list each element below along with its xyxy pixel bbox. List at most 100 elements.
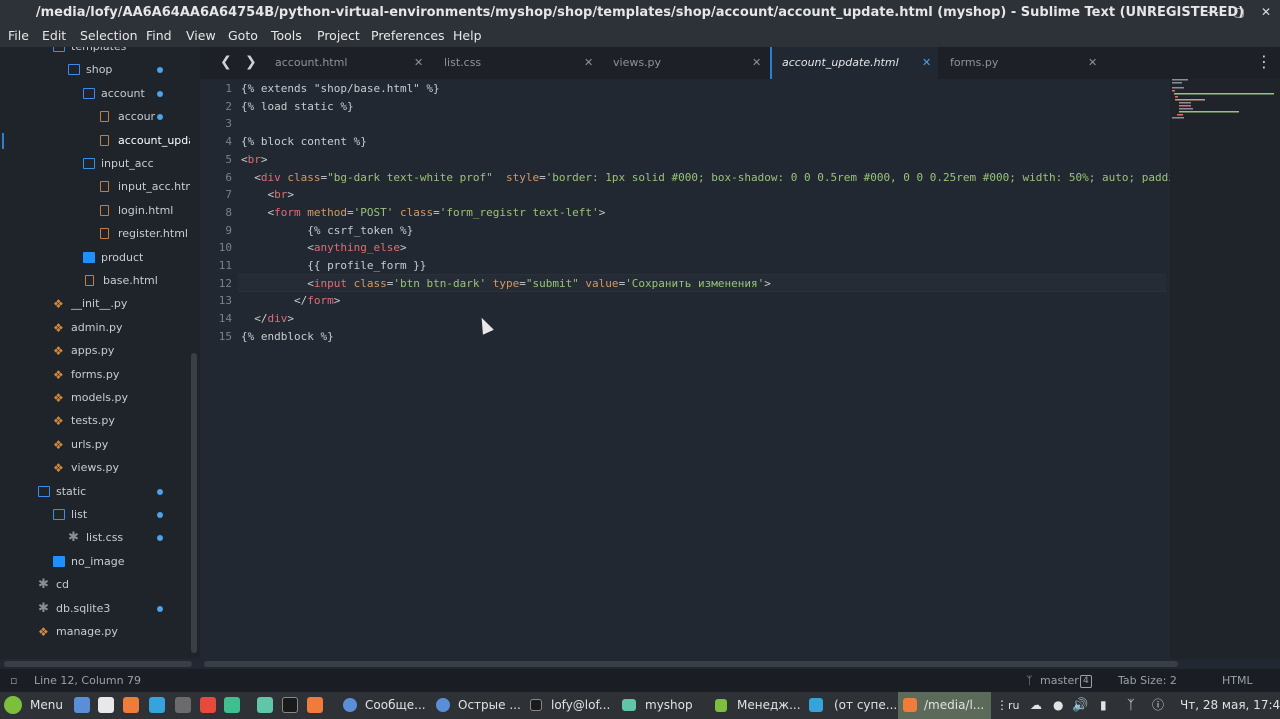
menu-file[interactable]: File — [8, 25, 29, 47]
sidebar-item-list-css[interactable]: ✱ list.css — [0, 528, 200, 548]
code-line[interactable]: <form method='POST' class='form_registr … — [241, 204, 605, 222]
menu-edit[interactable]: Edit — [42, 25, 66, 47]
code-line[interactable]: {% csrf_token %} — [241, 222, 413, 240]
sidebar-item-no-image[interactable]: no_image — [0, 552, 200, 572]
cursor-position[interactable]: Line 12, Column 79 — [34, 669, 141, 692]
sidebar-item--init-py[interactable]: ❖ __init__.py — [0, 294, 200, 314]
more-options-icon[interactable]: ⋮ — [1256, 47, 1272, 77]
minimap[interactable] — [1170, 79, 1280, 659]
show-desktop-icon[interactable] — [74, 697, 90, 713]
tab-account-update-html[interactable]: account_update.html ✕ — [770, 47, 938, 79]
sidebar-item-product[interactable]: product — [0, 248, 200, 268]
code-line[interactable]: {{ profile_form }} — [241, 257, 426, 275]
bluetooth-icon[interactable]: ᛉ — [1127, 692, 1135, 719]
sidebar-item-list[interactable]: list — [0, 505, 200, 525]
sidebar-item-templates[interactable]: templates — [0, 47, 200, 57]
taskbar-window-2[interactable]: Острые ... — [458, 692, 521, 719]
code-line[interactable]: <br> — [241, 151, 268, 169]
sidebar-item-base-html[interactable]: base.html — [0, 271, 200, 291]
sidebar-item-input-acc[interactable]: input_acc — [0, 154, 200, 174]
taskbar-window-3[interactable]: lofy@lof... — [551, 692, 610, 719]
code-line[interactable]: {% endblock %} — [241, 328, 334, 346]
sidebar-item-register-html[interactable]: register.html — [0, 224, 200, 244]
editor-horizontal-scrollbar[interactable] — [204, 661, 1178, 667]
code-line[interactable]: {% extends "shop/base.html" %} — [241, 80, 440, 98]
keyboard-layout[interactable]: ru — [1008, 692, 1020, 719]
menu-goto[interactable]: Goto — [228, 25, 258, 47]
tab-account-html[interactable]: account.html ✕ — [262, 47, 432, 79]
sidebar-item-account[interactable]: account — [0, 84, 200, 104]
code-editor[interactable]: 1 {% extends "shop/base.html" %} 2 {% load … — [200, 79, 1181, 659]
close-button[interactable]: ✕ — [1253, 0, 1279, 25]
app-launcher-icon[interactable] — [200, 697, 216, 713]
sidebar-horizontal-scrollbar[interactable] — [4, 661, 192, 667]
sidebar-scrollbar[interactable] — [191, 353, 197, 653]
sublime-launcher-icon[interactable] — [175, 697, 191, 713]
sidebar-item-static[interactable]: static — [0, 482, 200, 502]
telegram-icon[interactable] — [149, 697, 165, 713]
sidebar-item-urls-py[interactable]: ❖ urls.py — [0, 435, 200, 455]
code-line[interactable]: {% load static %} — [241, 98, 354, 116]
menu-project[interactable]: Project — [317, 25, 360, 47]
code-line[interactable]: <input class='btn btn-dark' type="submit… — [241, 275, 771, 293]
tab-size[interactable]: Tab Size: 2 — [1118, 669, 1177, 692]
sidebar-item-forms-py[interactable]: ❖ forms.py — [0, 365, 200, 385]
mint-menu-icon[interactable] — [4, 696, 22, 714]
tab-next-icon[interactable]: ❯ — [245, 47, 257, 77]
files-icon[interactable] — [98, 697, 114, 713]
tab-list-css[interactable]: list.css ✕ — [432, 47, 600, 79]
tab-prev-icon[interactable]: ❮ — [220, 47, 232, 77]
sidebar-item-cd[interactable]: ✱ cd — [0, 575, 200, 595]
sidebar-item-manage-py[interactable]: ❖ manage.py — [0, 622, 200, 642]
battery-icon[interactable]: ▮ — [1100, 692, 1107, 719]
sidebar-item-views-py[interactable]: ❖ views.py — [0, 458, 200, 478]
volume-icon[interactable]: 🔊 — [1072, 692, 1088, 719]
sidebar-item-account-upda[interactable]: account_upda — [0, 131, 200, 151]
sidebar-item-admin-py[interactable]: ❖ admin.py — [0, 318, 200, 338]
menu-selection[interactable]: Selection — [80, 25, 138, 47]
minimize-button[interactable]: — — [1200, 0, 1226, 25]
tab-views-py[interactable]: views.py ✕ — [600, 47, 770, 79]
tab-forms-py[interactable]: forms.py ✕ — [938, 47, 1108, 79]
firefox-icon[interactable] — [307, 697, 323, 713]
tab-close-icon[interactable]: ✕ — [414, 47, 423, 79]
menu-button[interactable]: Menu — [30, 692, 63, 719]
taskbar-window-1[interactable]: Сообще... — [365, 692, 426, 719]
menu-view[interactable]: View — [186, 25, 216, 47]
code-line[interactable]: {% block content %} — [241, 133, 367, 151]
tab-close-icon[interactable]: ✕ — [584, 47, 593, 79]
app-launcher-icon[interactable] — [224, 697, 240, 713]
tab-close-icon[interactable]: ✕ — [922, 47, 931, 79]
status-indicator-icon[interactable]: ▫ — [10, 669, 17, 692]
tab-close-icon[interactable]: ✕ — [752, 47, 761, 79]
code-line[interactable]: <div class="bg-dark text-white prof" sty… — [241, 169, 1181, 187]
taskbar-window-7[interactable]: /media/l... — [924, 692, 984, 719]
sidebar-item-input-acc-htm[interactable]: input_acc.htm — [0, 177, 200, 197]
sidebar-item-apps-py[interactable]: ❖ apps.py — [0, 341, 200, 361]
taskbar-window-6[interactable]: (от супе... — [834, 692, 897, 719]
code-line[interactable]: <br> — [241, 186, 294, 204]
menu-help[interactable]: Help — [453, 25, 482, 47]
folder-launcher-icon[interactable] — [257, 697, 273, 713]
menu-preferences[interactable]: Preferences — [371, 25, 445, 47]
menu-tools[interactable]: Tools — [271, 25, 302, 47]
terminal-icon[interactable] — [282, 697, 298, 713]
sidebar-item-models-py[interactable]: ❖ models.py — [0, 388, 200, 408]
maximize-button[interactable]: ▢ — [1226, 0, 1252, 25]
menu-find[interactable]: Find — [146, 25, 172, 47]
taskbar-window-4[interactable]: myshop — [645, 692, 693, 719]
syntax-mode[interactable]: HTML — [1222, 669, 1253, 692]
sidebar-item-shop[interactable]: shop — [0, 60, 200, 80]
code-line[interactable]: </div> — [241, 310, 294, 328]
sidebar-item-tests-py[interactable]: ❖ tests.py — [0, 411, 200, 431]
sidebar-item-accour[interactable]: accour — [0, 107, 200, 127]
sidebar-item-db-sqlite3[interactable]: ✱ db.sqlite3 — [0, 599, 200, 619]
sidebar-item-login-html[interactable]: login.html — [0, 201, 200, 221]
code-line[interactable]: <anything_else> — [241, 239, 406, 257]
code-line[interactable]: </form> — [241, 292, 340, 310]
taskbar-window-5[interactable]: Менедж... — [737, 692, 801, 719]
wifi-icon[interactable]: ● — [1053, 692, 1063, 719]
git-branch[interactable]: master — [1040, 669, 1079, 692]
updates-icon[interactable]: ⓘ — [1152, 692, 1164, 719]
clock[interactable]: Чт, 28 мая, 17:40 — [1180, 692, 1280, 719]
